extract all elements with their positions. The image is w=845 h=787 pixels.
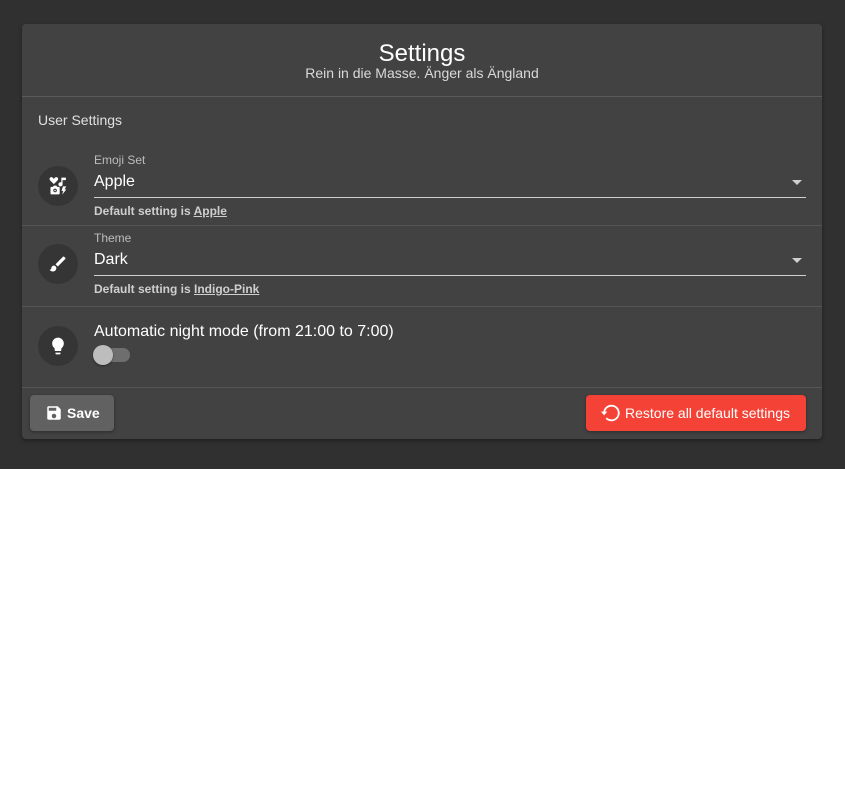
lightbulb-icon	[38, 326, 78, 366]
theme-select[interactable]: Dark	[94, 245, 806, 276]
emoji-default-link[interactable]: Apple	[194, 204, 227, 218]
restore-button-label: Restore all default settings	[625, 405, 790, 421]
emoji-set-field: Emoji Set Apple Default setting is Apple	[94, 153, 806, 218]
save-button[interactable]: Save	[30, 395, 114, 431]
brush-icon	[38, 244, 78, 284]
emoji-set-value: Apple	[94, 173, 135, 190]
save-icon	[45, 404, 63, 422]
theme-value: Dark	[94, 251, 128, 268]
night-mode-label: Automatic night mode (from 21:00 to 7:00…	[94, 323, 394, 340]
restore-icon	[600, 402, 622, 424]
card-actions: Save Restore all default settings	[22, 387, 822, 440]
setting-row-night-mode: Automatic night mode (from 21:00 to 7:00…	[22, 307, 822, 387]
theme-default-prefix: Default setting is	[94, 282, 195, 296]
dropdown-arrow-icon	[792, 180, 802, 185]
toggle-thumb	[93, 345, 113, 365]
setting-row-theme: Theme Dark Default setting is Indigo-Pin…	[22, 226, 822, 307]
night-mode-toggle[interactable]	[93, 345, 130, 365]
emoji-symbols-icon	[38, 166, 78, 206]
setting-row-emoji: Emoji Set Apple Default setting is Apple	[22, 144, 822, 226]
emoji-default-hint: Default setting is Apple	[94, 204, 806, 218]
theme-field: Theme Dark Default setting is Indigo-Pin…	[94, 231, 806, 296]
theme-label: Theme	[94, 231, 132, 245]
page-title: Settings	[378, 40, 466, 67]
save-button-label: Save	[67, 405, 100, 421]
page-subtitle: Rein in die Masse. Änger als Ängland	[305, 65, 539, 81]
theme-default-link[interactable]: Indigo-Pink	[194, 282, 259, 296]
night-mode-field: Automatic night mode (from 21:00 to 7:00…	[93, 323, 806, 365]
dropdown-arrow-icon	[792, 258, 802, 263]
emoji-default-prefix: Default setting is	[94, 204, 194, 218]
emoji-set-select[interactable]: Apple	[94, 167, 806, 198]
settings-card: Settings Rein in die Masse. Änger als Än…	[22, 24, 822, 439]
section-label-user-settings: User Settings	[38, 112, 123, 128]
card-header: Settings Rein in die Masse. Änger als Än…	[22, 24, 822, 97]
restore-defaults-button[interactable]: Restore all default settings	[586, 395, 806, 431]
theme-default-hint: Default setting is Indigo-Pink	[94, 282, 806, 296]
emoji-set-label: Emoji Set	[94, 153, 146, 167]
